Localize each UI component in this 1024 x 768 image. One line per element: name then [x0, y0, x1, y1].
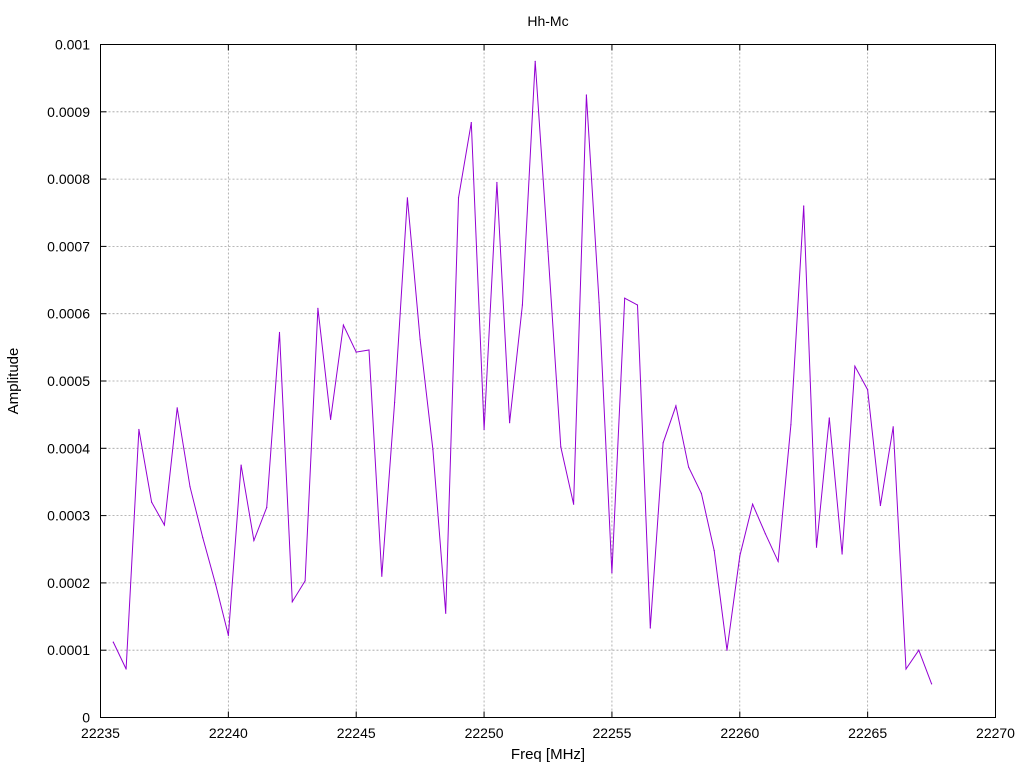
line-chart: 22235 22240 22245 22250 22255 22260 22265 22270…: [5, 13, 1015, 763]
data-point: [304, 580, 306, 582]
data-point: [815, 546, 818, 548]
data-point: [726, 649, 728, 651]
data-point: [879, 504, 882, 507]
data-point: [138, 428, 140, 431]
y-tick-label: 0.0008: [47, 171, 90, 187]
data-point: [151, 501, 153, 503]
data-point: [509, 422, 511, 424]
series-group: [112, 60, 933, 685]
data-point: [240, 464, 242, 466]
data-point: [278, 331, 281, 334]
data-point: [470, 122, 472, 124]
data-point: [521, 304, 524, 306]
y-tick-label: 0.0005: [47, 373, 90, 389]
x-tick-label: 22270: [976, 725, 1015, 741]
data-point: [457, 197, 460, 199]
series-line: [112, 61, 933, 685]
data-point: [547, 250, 549, 252]
data-point: [892, 426, 894, 428]
x-tick-label: 22240: [209, 725, 248, 741]
x-axis-label: Freq [MHz]: [511, 746, 585, 763]
grid-lines: [100, 44, 996, 718]
data-point: [215, 583, 217, 585]
data-point: [163, 524, 165, 526]
data-point: [125, 668, 127, 670]
data-point: [112, 641, 114, 643]
data-point: [764, 533, 767, 535]
y-tick-label: 0.0003: [47, 508, 90, 524]
x-tick-label: 22260: [720, 725, 759, 741]
data-point: [867, 389, 869, 391]
data-point: [496, 181, 498, 184]
x-tick-label: 22235: [81, 725, 120, 741]
data-point: [636, 304, 639, 306]
data-point: [675, 405, 677, 407]
y-tick-label: 0.0009: [47, 104, 90, 120]
data-point: [483, 428, 485, 431]
data-point: [432, 449, 434, 451]
data-point: [445, 612, 447, 614]
data-point: [291, 601, 293, 603]
data-point: [662, 442, 664, 444]
data-point: [777, 560, 779, 563]
y-tick-label: 0.0001: [47, 642, 90, 658]
data-point: [355, 351, 357, 353]
data-point: [649, 627, 651, 629]
data-point: [330, 418, 332, 420]
data-point: [573, 503, 575, 505]
data-point: [406, 197, 408, 199]
data-point: [419, 338, 421, 340]
data-point: [700, 492, 703, 494]
data-point: [342, 324, 344, 326]
x-tick-label: 22245: [337, 725, 376, 741]
data-point: [176, 407, 178, 409]
data-point: [803, 205, 805, 207]
data-point: [739, 555, 741, 557]
data-point: [713, 550, 715, 552]
data-point: [560, 446, 562, 448]
data-point: [227, 634, 229, 637]
y-tick-label: 0.0004: [47, 440, 90, 456]
x-tick-label: 22250: [465, 725, 504, 741]
y-tick-label: 0.0007: [47, 238, 90, 254]
data-point: [202, 537, 204, 539]
y-tick-label: 0.0006: [47, 306, 90, 322]
y-tick-label: 0: [82, 710, 90, 726]
y-axis-label: Amplitude: [5, 348, 22, 415]
data-point: [931, 683, 933, 685]
data-point: [253, 539, 255, 542]
data-point: [611, 572, 613, 574]
data-point: [828, 417, 830, 419]
y-tick-label: 0.001: [55, 37, 90, 53]
data-point: [368, 349, 370, 351]
data-point: [585, 94, 588, 96]
data-point: [752, 503, 754, 505]
data-point: [918, 649, 920, 651]
data-point: [189, 486, 191, 488]
y-tick-label: 0.0002: [47, 575, 90, 591]
x-tick-label: 22265: [848, 725, 887, 741]
data-point: [266, 506, 268, 509]
data-point: [688, 466, 690, 468]
y-tick-labels: 0 0.0001 0.0002 0.0003 0.0004 0.0005 0.0006 0.0…: [47, 37, 90, 726]
x-tick-label: 22255: [592, 725, 631, 741]
data-point: [381, 575, 383, 577]
data-point: [394, 401, 396, 404]
chart-title: Hh-Mc: [527, 13, 568, 29]
data-point: [854, 365, 856, 367]
x-tick-labels: 22235 22240 22245 22250 22255 22260 22265 22270: [81, 725, 1015, 741]
data-point: [841, 553, 843, 555]
data-point: [534, 60, 536, 62]
data-point: [790, 424, 792, 426]
data-point: [317, 307, 319, 309]
data-point: [598, 301, 600, 303]
data-point: [905, 668, 907, 670]
data-point: [624, 297, 626, 299]
